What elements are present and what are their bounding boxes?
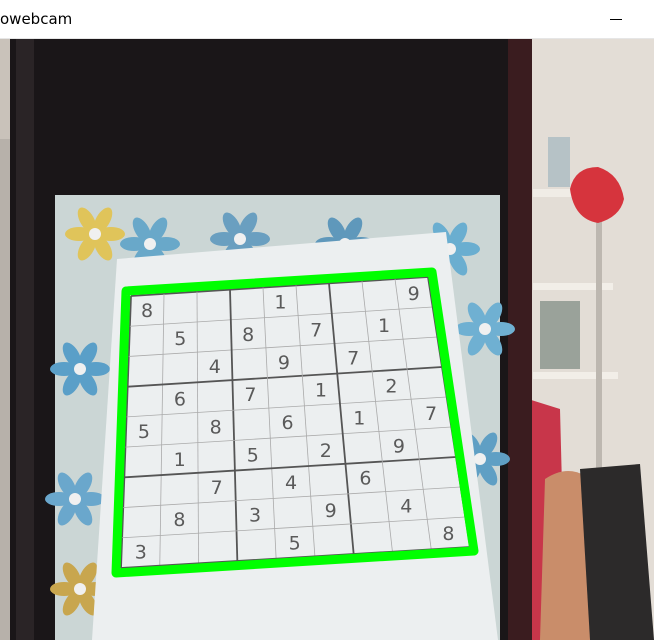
minimize-icon (610, 19, 622, 20)
sudoku-digit: 5 (247, 444, 259, 466)
sudoku-digit: 1 (353, 408, 365, 430)
sudoku-digit: 7 (347, 347, 359, 369)
flower-center (74, 583, 86, 595)
sudoku-digit: 3 (249, 505, 261, 527)
sudoku-digit: 4 (285, 472, 297, 494)
webcam-feed: 819587149767125861715297468394358 (0, 39, 654, 640)
sudoku-digit: 3 (135, 542, 147, 564)
sudoku-digit: 4 (209, 356, 221, 378)
flower-center (479, 323, 491, 335)
sudoku-digit: 9 (408, 283, 420, 305)
sudoku-digit: 1 (378, 315, 390, 337)
sudoku-digit: 8 (173, 509, 185, 531)
flower-center (74, 363, 86, 375)
sudoku-digit: 7 (425, 403, 437, 425)
sudoku-digit: 2 (385, 375, 397, 397)
sudoku-digit: 7 (211, 477, 223, 499)
sudoku-digit: 9 (325, 500, 337, 522)
sudoku-digit: 1 (315, 380, 327, 402)
minimize-button[interactable] (596, 0, 636, 38)
sudoku-digit: 1 (274, 292, 286, 314)
frame-edge-left (16, 39, 34, 640)
sudoku-digit: 7 (244, 384, 256, 406)
flower-center (234, 233, 246, 245)
sudoku-digit: 5 (138, 421, 150, 443)
sudoku-digit: 8 (442, 523, 454, 545)
sudoku-digit: 7 (310, 320, 322, 342)
sudoku-digit: 1 (174, 449, 186, 471)
sudoku-digit: 6 (281, 412, 293, 434)
flower-center (69, 493, 81, 505)
sudoku-digit: 6 (359, 468, 371, 490)
sudoku-digit: 2 (320, 440, 332, 462)
shelf-post (596, 189, 602, 489)
sudoku-digit: 5 (289, 532, 301, 554)
jar (548, 137, 570, 187)
window-title: owebcam (0, 10, 73, 28)
sudoku-digit: 5 (174, 328, 186, 350)
sudoku-digit: 8 (242, 324, 254, 346)
door-edge (0, 139, 10, 640)
sudoku-digit: 9 (393, 435, 405, 457)
shelf (533, 372, 618, 379)
sudoku-digit: 8 (141, 300, 153, 322)
flower-center (89, 228, 101, 240)
flower-center (474, 453, 486, 465)
sudoku-digit: 6 (174, 388, 186, 410)
webcam-image: 8 1 95 8 7 14 9 76 7 1 25 8 6 1 71 5 2 97 4 68 3 9 43 5 8 (0, 39, 654, 640)
books (540, 301, 580, 369)
frame-edge (508, 39, 532, 640)
sudoku-digit: 9 (278, 352, 290, 374)
sudoku-digit: 4 (400, 495, 412, 517)
flower-center (144, 238, 156, 250)
window-titlebar: owebcam (0, 0, 654, 39)
sudoku-digit: 8 (210, 416, 222, 438)
